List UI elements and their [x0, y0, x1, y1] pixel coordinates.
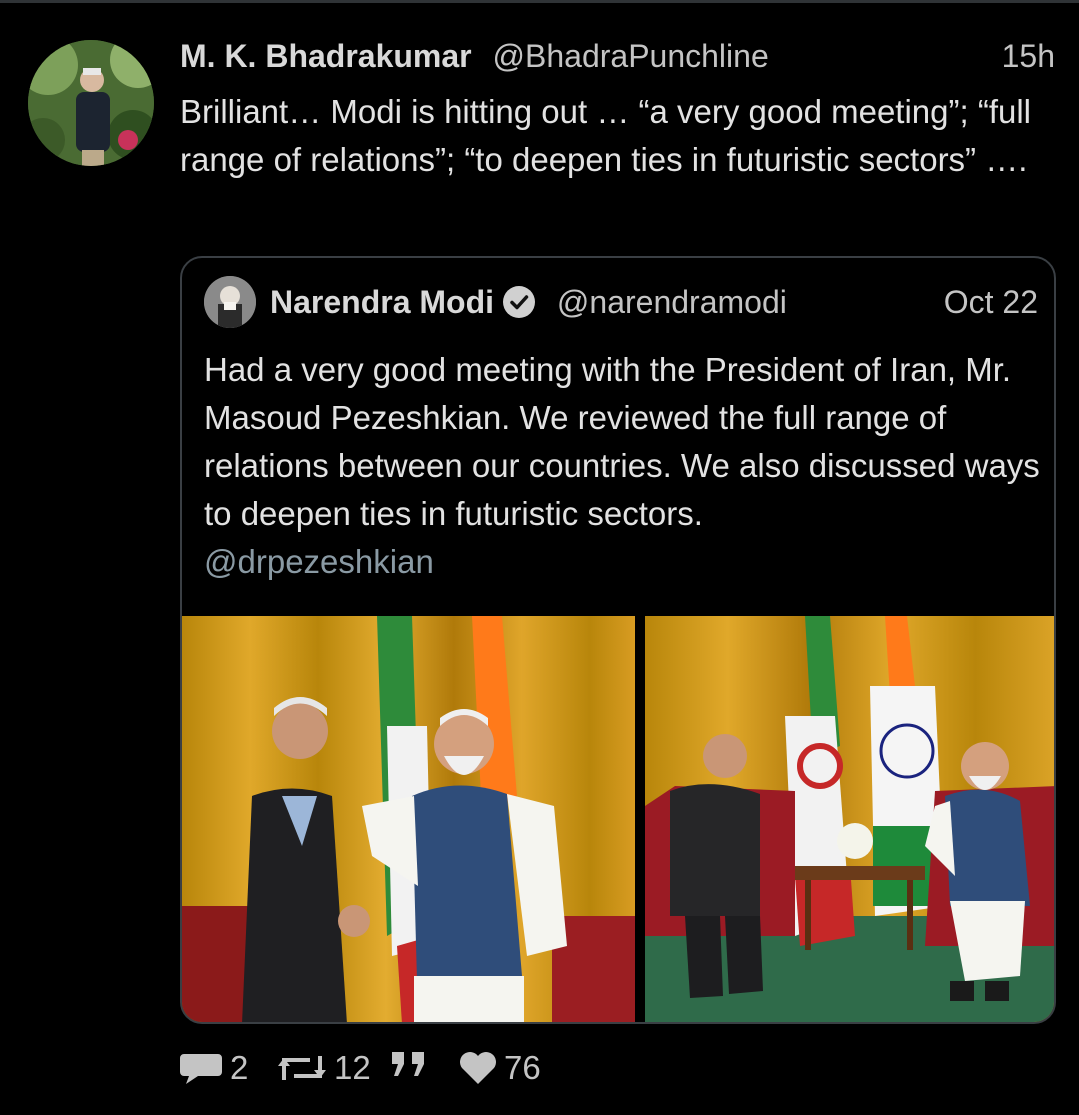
heart-icon [460, 1052, 496, 1084]
quoted-tweet-body: Had a very good meeting with the Preside… [204, 346, 1044, 586]
quoted-tweet-card[interactable]: Narendra Modi @narendramodi Oct 22 Had a… [180, 256, 1056, 1024]
retweet-action[interactable]: 12 [276, 1046, 371, 1090]
reply-action[interactable]: 2 [178, 1046, 248, 1090]
quoted-tweet-header: Narendra Modi @narendramodi Oct 22 [270, 280, 1038, 324]
quoted-author-avatar[interactable] [204, 276, 256, 328]
author-handle[interactable]: @BhadraPunchline [493, 38, 769, 74]
like-count: 76 [504, 1049, 541, 1086]
quote-icon [392, 1052, 424, 1076]
author-avatar[interactable] [28, 40, 154, 166]
top-divider [0, 0, 1079, 3]
quote-action[interactable] [388, 1046, 438, 1082]
quoted-author-name[interactable]: Narendra Modi [270, 284, 494, 320]
like-action[interactable]: 76 [458, 1046, 541, 1090]
retweet-count: 12 [334, 1049, 371, 1086]
quoted-tweet-text: Had a very good meeting with the Preside… [204, 351, 1040, 532]
tweet-text: Brilliant… Modi is hitting out … “a very… [180, 93, 1041, 178]
tweet-timestamp[interactable]: 15h [1002, 36, 1055, 76]
quoted-tweet-date[interactable]: Oct 22 [944, 280, 1038, 324]
verified-badge-icon [503, 286, 536, 318]
author-name[interactable]: M. K. Bhadrakumar [180, 38, 472, 74]
reply-count: 2 [230, 1049, 249, 1086]
speech-bubble-icon [180, 1054, 222, 1084]
tweet-header: M. K. Bhadrakumar @BhadraPunchline 15h [180, 36, 1055, 80]
seated-meeting-photo[interactable] [645, 616, 1054, 1022]
quoted-author-handle[interactable]: @narendramodi [557, 284, 787, 320]
retweet-icon [278, 1056, 326, 1080]
handshake-photo[interactable] [182, 616, 635, 1022]
mention-link[interactable]: @drpezeshkian [204, 538, 1044, 586]
